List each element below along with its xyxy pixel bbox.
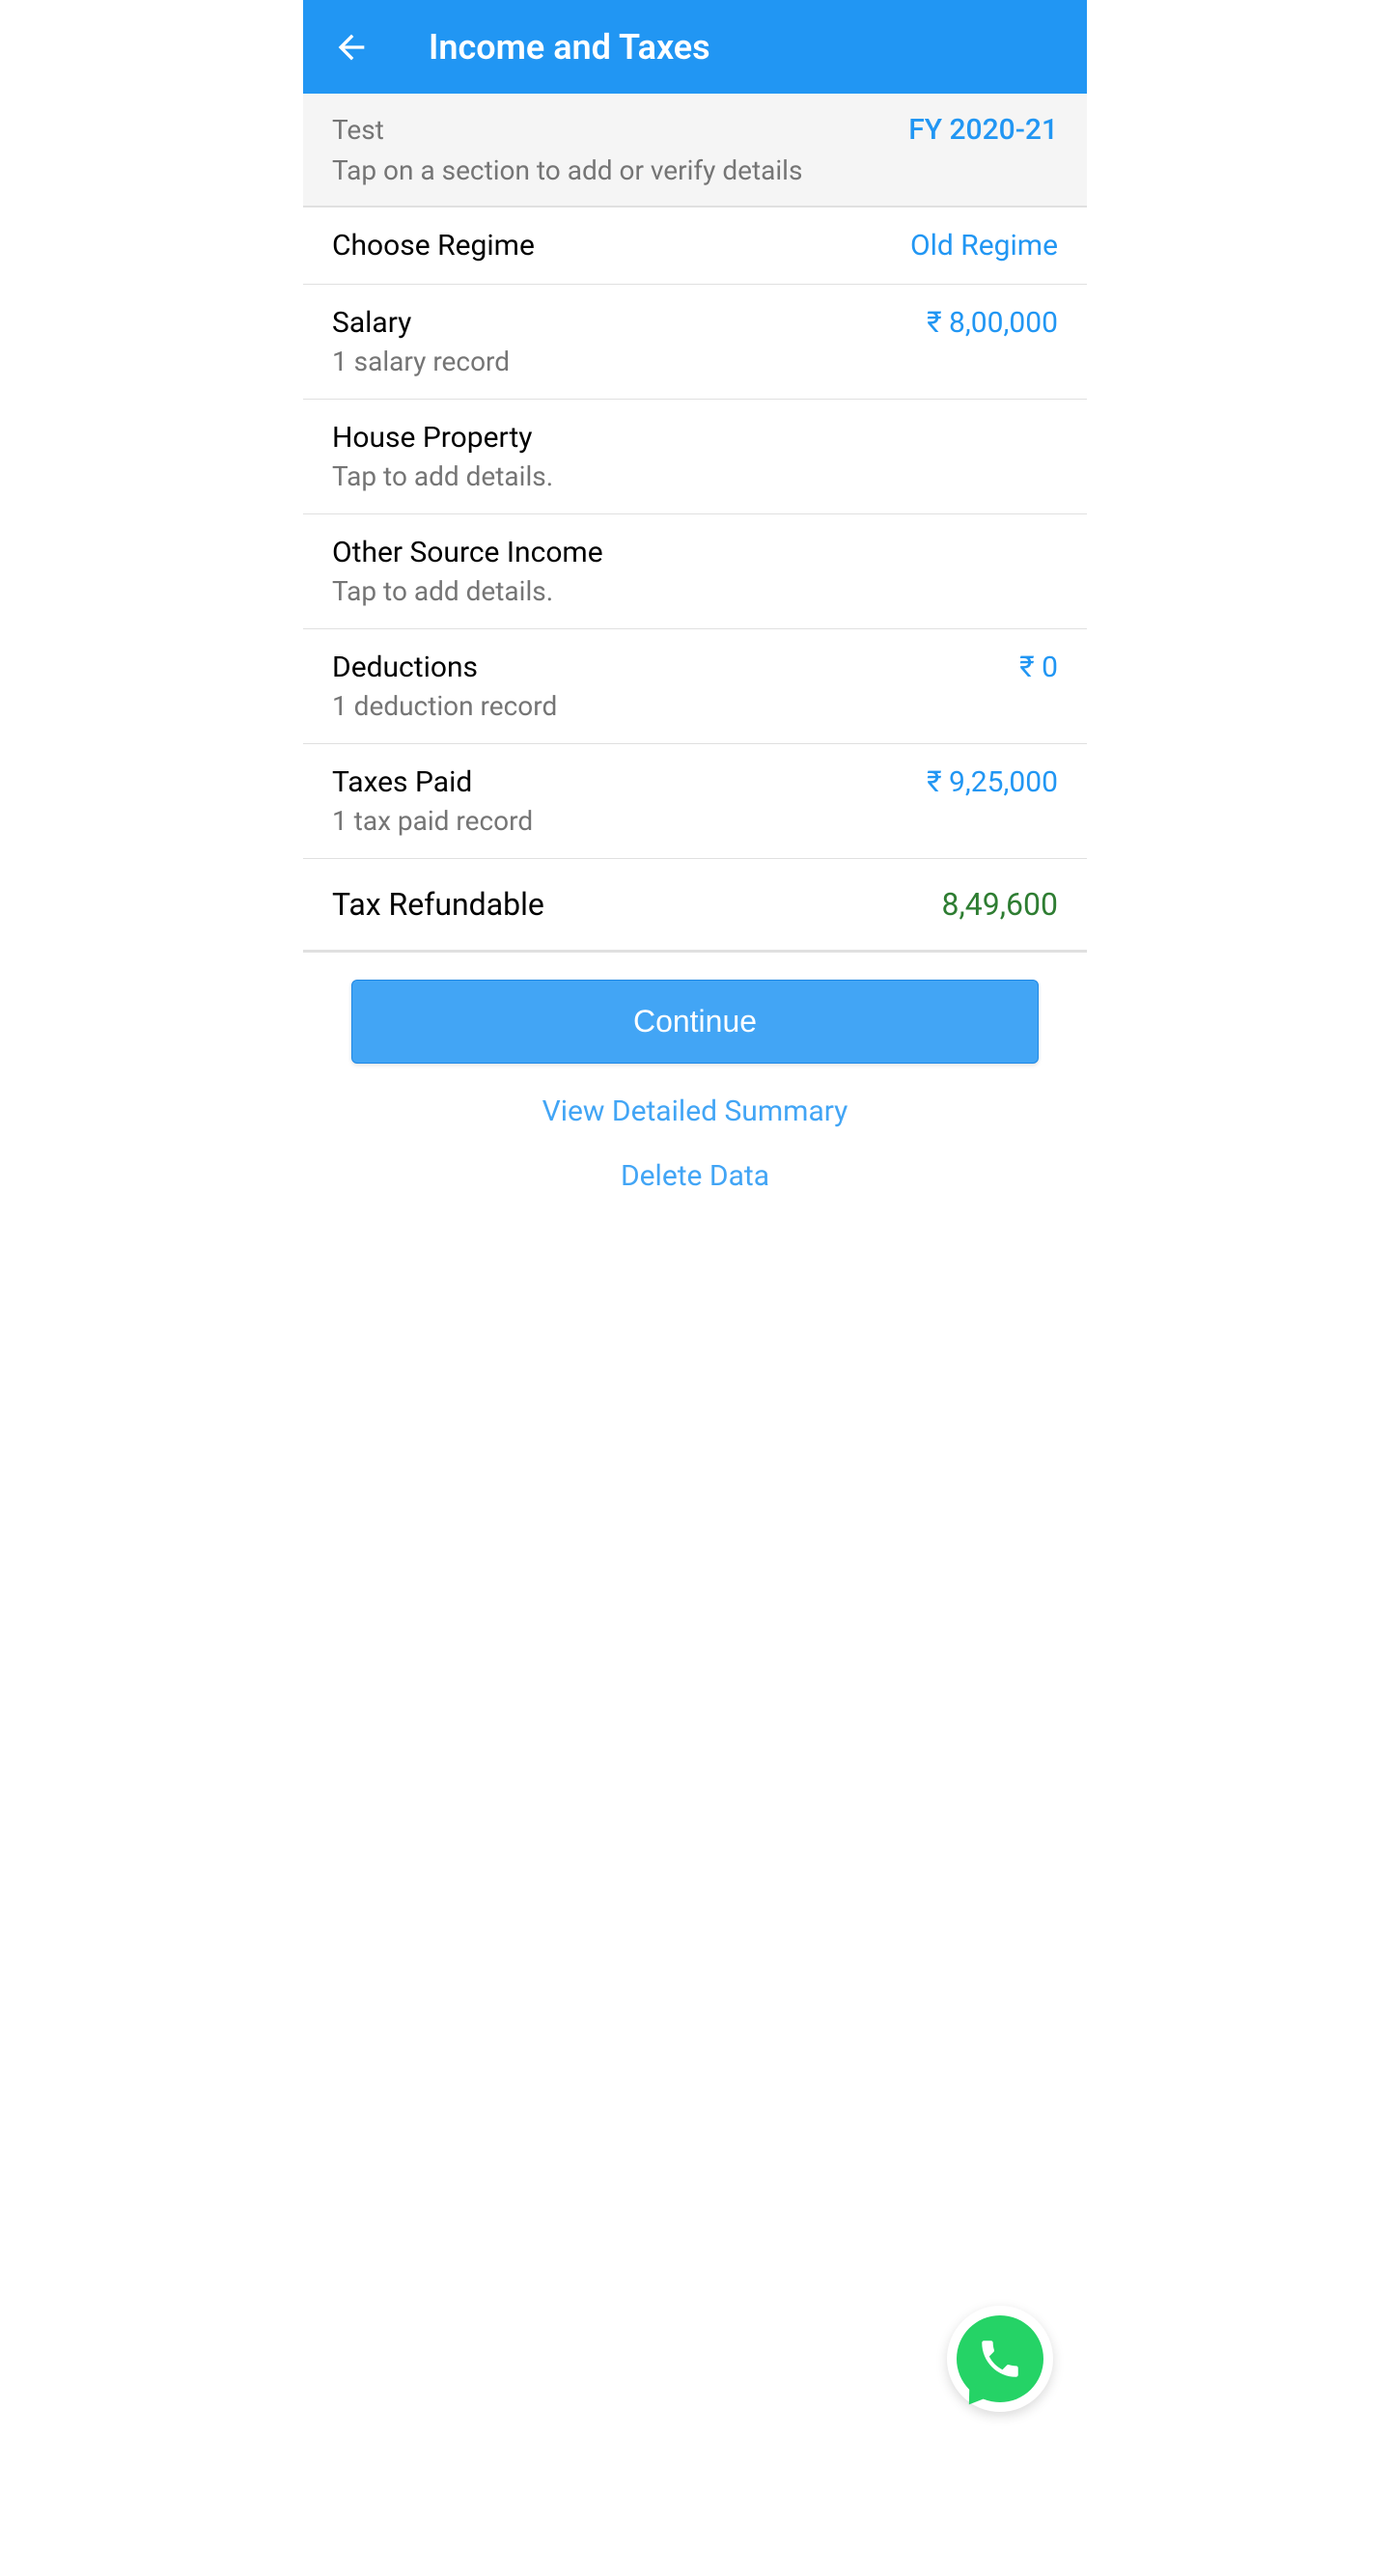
other-source-subtitle: Tap to add details. — [332, 575, 603, 607]
tax-refundable-row: Tax Refundable 8,49,600 — [303, 859, 1087, 953]
back-arrow-icon — [332, 28, 371, 67]
taxes-paid-title: Taxes Paid — [332, 765, 533, 799]
info-instruction: Tap on a section to add or verify detail… — [332, 154, 1058, 186]
house-property-row[interactable]: House Property Tap to add details. — [303, 400, 1087, 514]
deductions-subtitle: 1 deduction record — [332, 690, 557, 722]
profile-info-section: Test FY 2020-21 Tap on a section to add … — [303, 94, 1087, 208]
taxes-paid-value: ₹ 9,25,000 — [927, 765, 1058, 799]
refund-value: 8,49,600 — [942, 886, 1059, 923]
back-button[interactable] — [332, 28, 371, 67]
financial-year[interactable]: FY 2020-21 — [908, 113, 1058, 147]
choose-regime-row[interactable]: Choose Regime Old Regime — [303, 208, 1087, 285]
view-summary-link[interactable]: View Detailed Summary — [351, 1094, 1039, 1128]
taxes-paid-subtitle: 1 tax paid record — [332, 805, 533, 837]
app-header: Income and Taxes — [303, 0, 1087, 94]
salary-title: Salary — [332, 306, 510, 340]
other-source-title: Other Source Income — [332, 536, 603, 569]
other-source-row[interactable]: Other Source Income Tap to add details. — [303, 514, 1087, 629]
deductions-title: Deductions — [332, 651, 557, 684]
salary-row[interactable]: Salary 1 salary record ₹ 8,00,000 — [303, 285, 1087, 400]
whatsapp-fab[interactable] — [947, 2306, 1053, 2412]
regime-title: Choose Regime — [332, 229, 535, 263]
profile-row: Test FY 2020-21 — [332, 113, 1058, 147]
continue-button[interactable]: Continue — [351, 980, 1039, 1064]
house-property-title: House Property — [332, 421, 553, 455]
salary-subtitle: 1 salary record — [332, 346, 510, 377]
house-property-subtitle: Tap to add details. — [332, 460, 553, 492]
taxes-paid-row[interactable]: Taxes Paid 1 tax paid record ₹ 9,25,000 — [303, 744, 1087, 859]
actions-section: Continue View Detailed Summary Delete Da… — [303, 953, 1087, 1220]
regime-value: Old Regime — [910, 229, 1058, 263]
deductions-value: ₹ 0 — [1019, 651, 1058, 684]
salary-value: ₹ 8,00,000 — [927, 306, 1058, 340]
whatsapp-icon — [957, 2315, 1043, 2402]
refund-label: Tax Refundable — [332, 886, 544, 923]
page-title: Income and Taxes — [429, 27, 710, 68]
deductions-row[interactable]: Deductions 1 deduction record ₹ 0 — [303, 629, 1087, 744]
delete-data-link[interactable]: Delete Data — [351, 1159, 1039, 1193]
profile-name: Test — [332, 114, 384, 146]
